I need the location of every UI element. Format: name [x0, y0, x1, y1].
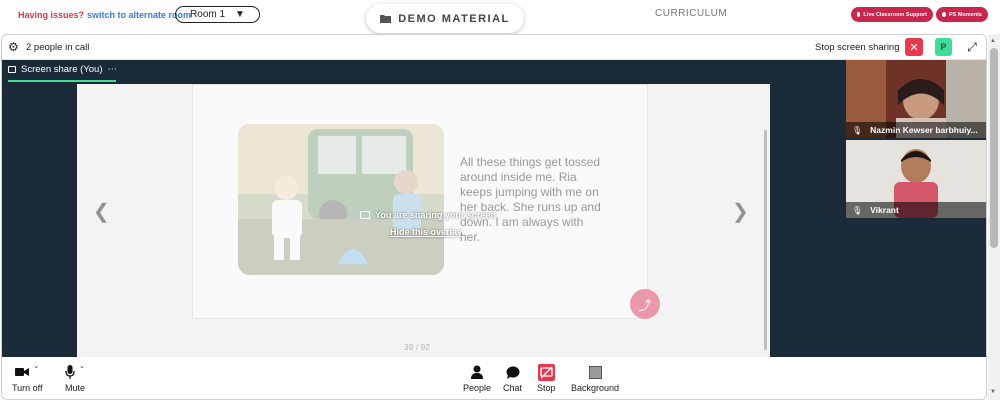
scroll-up-icon[interactable]: ▲: [990, 38, 996, 44]
chevron-down-icon[interactable]: ⌄: [33, 362, 39, 370]
screen-share-tab[interactable]: Screen share (You) ⋯: [8, 64, 117, 75]
live-support-button[interactable]: Live Classroom Support: [851, 7, 933, 22]
person-icon: [471, 365, 484, 379]
page-scrollbar[interactable]: ▲ ▼: [988, 34, 1000, 400]
participant-name-bar: 🎙 Nazmin Kewser barbhuiy...: [846, 122, 986, 138]
chat-label: Chat: [503, 383, 523, 393]
mic-icon: [65, 365, 75, 379]
stop-label: Stop: [537, 383, 556, 393]
issues-label: Having issues?: [18, 10, 85, 20]
room-selector-value: Room 1: [190, 9, 226, 20]
video-stage: Screen share (You) ⋯ All these things ge…: [2, 60, 986, 357]
turn-off-label: Turn off: [12, 383, 43, 393]
camera-toggle-button[interactable]: ⌄ Turn off: [12, 363, 43, 393]
people-button[interactable]: People: [463, 363, 491, 393]
stop-share-button[interactable]: Stop: [537, 363, 556, 393]
live-support-label: Live Classroom Support: [863, 11, 927, 18]
scroll-down-icon[interactable]: ▼: [990, 389, 996, 395]
people-count: 2 people in call: [26, 42, 90, 53]
call-frame: ⚙ 2 people in call Stop screen sharing ✕…: [1, 34, 987, 400]
call-controls: ⌄ Turn off ⌄ Mute People Chat Stop Backg…: [2, 357, 986, 399]
screen-share-icon: [8, 66, 16, 73]
sharing-overlay: [77, 84, 770, 357]
curriculum-tab[interactable]: CURRICULUM: [655, 8, 727, 19]
participant-tile[interactable]: 🎙 Vikrant: [846, 140, 986, 218]
people-label: People: [463, 383, 492, 393]
demo-material-button[interactable]: DEMO MATERIAL: [366, 4, 524, 33]
participant-name: Nazmin Kewser barbhuiy...: [870, 125, 978, 135]
demo-material-label: DEMO MATERIAL: [398, 12, 510, 25]
scrollbar-thumb[interactable]: [990, 48, 998, 248]
active-tab-indicator: [8, 80, 116, 82]
close-icon: ✕: [909, 41, 919, 54]
chevron-down-icon[interactable]: ⌄: [79, 362, 85, 370]
chat-icon: [506, 366, 519, 379]
participant-name-bar: 🎙 Vikrant: [846, 202, 986, 218]
sharing-message-text: You are sharing your screen: [375, 210, 496, 220]
gear-icon[interactable]: ⚙: [8, 41, 20, 53]
ps-moments-button[interactable]: PS Moments: [936, 7, 988, 22]
mute-label: Mute: [65, 383, 86, 393]
monitor-icon: [360, 211, 370, 219]
folder-icon: [380, 15, 392, 23]
participant-name: Vikrant: [870, 205, 899, 215]
call-toolbar: ⚙ 2 people in call Stop screen sharing ✕…: [2, 35, 986, 60]
screen-share-tab-label: Screen share (You): [21, 64, 103, 75]
background-icon: [588, 365, 602, 379]
camera-small-icon: [942, 12, 946, 17]
app-root: Having issues? switch to alternate room R…: [0, 0, 1000, 400]
background-button[interactable]: Background: [571, 363, 619, 393]
chevron-down-icon: ▼: [235, 9, 245, 20]
mic-icon: 🎙: [852, 125, 863, 135]
tiles-background: [846, 220, 986, 357]
room-selector[interactable]: Room 1 ▼: [175, 6, 260, 23]
issues-notice: Having issues? switch to alternate room: [18, 10, 191, 20]
expand-icon[interactable]: ⤢: [964, 39, 980, 55]
chat-button[interactable]: Chat: [503, 363, 522, 393]
shared-screen: All these things get tossed around insid…: [77, 84, 770, 357]
stop-share-icon: [537, 363, 555, 381]
camera-icon: [15, 368, 30, 376]
background-label: Background: [571, 383, 620, 393]
support-icon: [857, 12, 861, 17]
more-options-icon[interactable]: ⋯: [108, 64, 118, 75]
participant-tile[interactable]: 🎙 Nazmin Kewser barbhuiy...: [846, 60, 986, 138]
top-bar: Having issues? switch to alternate room R…: [0, 0, 1000, 33]
stop-sharing-button[interactable]: ✕: [905, 38, 923, 56]
ps-moments-label: PS Moments: [948, 11, 982, 18]
mute-button[interactable]: ⌄ Mute: [65, 363, 85, 393]
participant-initial-button[interactable]: P: [935, 38, 952, 56]
mic-icon: 🎙: [852, 205, 863, 215]
hide-overlay-link[interactable]: Hide this overlay: [390, 227, 462, 237]
stop-screen-sharing-label[interactable]: Stop screen sharing: [815, 42, 900, 53]
share-tab-bar: Screen share (You) ⋯: [2, 60, 847, 82]
sharing-message: You are sharing your screen: [360, 210, 496, 220]
